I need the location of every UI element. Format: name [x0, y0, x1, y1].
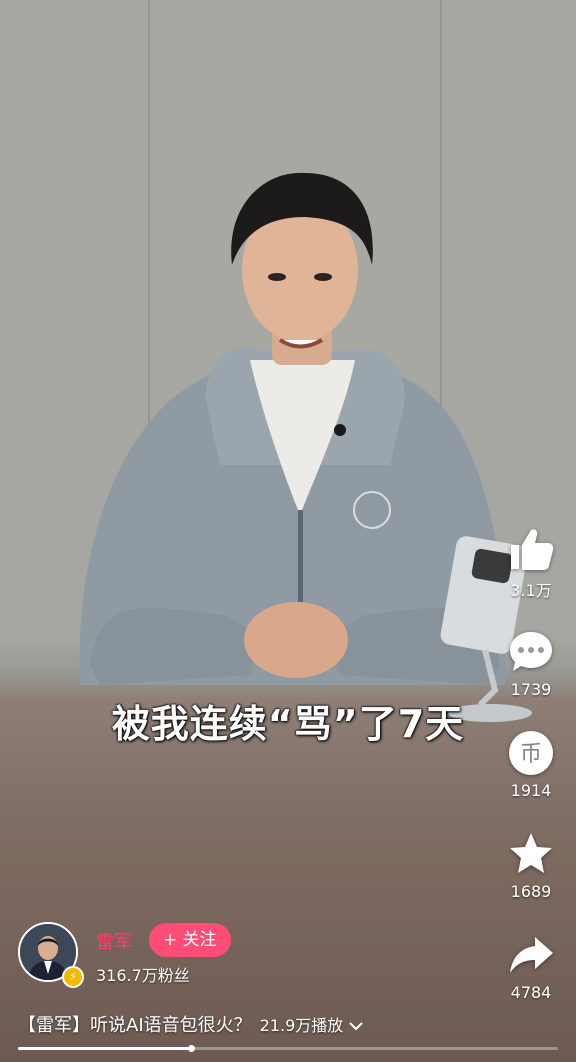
video-caption[interactable]: 【雷军】听说AI语音包很火？ 21.9万播放 [18, 1011, 363, 1037]
favorite-button[interactable]: 1689 [496, 830, 566, 901]
comment-count: 1739 [510, 680, 552, 699]
share-arrow-icon [510, 937, 553, 973]
author-name[interactable]: 雷军 [96, 928, 132, 954]
share-count: 4784 [510, 983, 552, 1002]
coin-icon: 币 [509, 731, 553, 775]
comment-bubble-icon [510, 632, 552, 671]
coin-count: 1914 [510, 781, 552, 800]
coin-button[interactable]: 币 1914 [496, 729, 566, 800]
favorite-count: 1689 [510, 882, 552, 901]
play-count: 21.9万播放 [259, 1016, 344, 1035]
video-subtitle: 被我连续“骂”了7天 [111, 702, 465, 746]
video-frame[interactable] [0, 0, 576, 1062]
thumbs-up-icon [511, 529, 554, 570]
fan-count: 316.7万粉丝 [96, 966, 190, 985]
verified-badge-icon: ⚡ [62, 966, 84, 988]
coin-glyph: 币 [520, 742, 542, 767]
video-progress-bar[interactable] [18, 1045, 558, 1052]
like-count: 3.1万 [510, 581, 552, 600]
video-player-screen[interactable]: 被我连续“骂”了7天 3.1万 1739 币 1914 1689 4784 ⚡ … [0, 0, 576, 1062]
progress-fill [18, 1047, 191, 1050]
share-button[interactable]: 4784 [496, 931, 566, 1002]
like-button[interactable]: 3.1万 [496, 525, 566, 601]
star-icon [510, 833, 552, 873]
video-title: 【雷军】听说AI语音包很火？ [18, 1015, 252, 1036]
chevron-down-icon[interactable] [349, 1021, 363, 1031]
progress-knob[interactable] [187, 1045, 195, 1052]
follow-button[interactable]: + 关注 [149, 923, 231, 957]
comment-button[interactable]: 1739 [496, 628, 566, 699]
